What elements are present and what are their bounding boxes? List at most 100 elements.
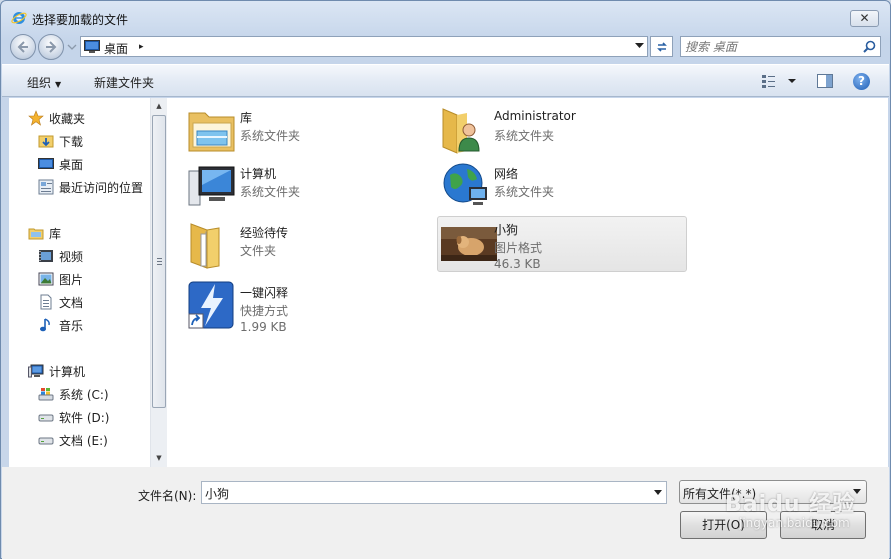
nav-libraries-label: 库 xyxy=(49,226,62,241)
preview-pane-icon[interactable] xyxy=(817,74,833,88)
document-icon xyxy=(40,294,52,310)
nav-item-desktop[interactable]: 桌面 xyxy=(38,154,83,174)
arrow-left-icon xyxy=(17,41,28,53)
search-input[interactable] xyxy=(685,39,855,54)
nav-favorites-label: 收藏夹 xyxy=(49,111,86,126)
chevron-down-icon[interactable] xyxy=(654,490,662,495)
chevron-down-icon: ▼ xyxy=(55,80,62,89)
search-box[interactable] xyxy=(680,36,881,57)
filename-input[interactable] xyxy=(205,485,645,501)
nav-item-music[interactable]: 音乐 xyxy=(38,315,83,335)
download-folder-icon xyxy=(38,135,54,148)
search-icon[interactable] xyxy=(863,40,876,53)
nav-item-recent-places[interactable]: 最近访问的位置 xyxy=(38,177,143,197)
file-item-library[interactable]: 库 系统文件夹 xyxy=(187,105,437,161)
filename-label: 文件名(N): xyxy=(138,489,197,503)
nav-item-label: 下载 xyxy=(59,134,84,149)
file-item-network[interactable]: 网络 系统文件夹 xyxy=(441,161,691,217)
nav-item-label: 文档 xyxy=(59,295,84,310)
nav-item-label: 桌面 xyxy=(59,157,84,172)
scroll-down-icon[interactable]: ▼ xyxy=(151,450,167,466)
breadcrumb-separator-icon[interactable]: ▸ xyxy=(139,42,144,52)
nav-computer[interactable]: 计算机 xyxy=(28,361,85,381)
shortcut-icon xyxy=(188,281,234,329)
help-icon[interactable]: ? xyxy=(853,73,870,90)
file-item-administrator[interactable]: Administrator 系统文件夹 xyxy=(441,105,691,161)
image-thumbnail-icon xyxy=(441,227,497,261)
change-view-button[interactable] xyxy=(761,73,797,89)
forward-button[interactable] xyxy=(38,34,64,60)
nav-item-label: 系统 (C:) xyxy=(59,387,109,402)
file-name: 网络 xyxy=(494,167,519,181)
file-type: 系统文件夹 xyxy=(240,185,301,199)
address-location[interactable]: 桌面 xyxy=(104,40,128,57)
nav-item-label: 视频 xyxy=(59,249,84,264)
file-name: Administrator xyxy=(494,109,576,123)
nav-item-label: 最近访问的位置 xyxy=(59,180,144,195)
network-icon xyxy=(443,163,487,205)
nav-libraries[interactable]: 库 xyxy=(28,223,61,243)
nav-item-downloads[interactable]: 下载 xyxy=(38,131,83,151)
filename-combobox[interactable] xyxy=(201,481,667,504)
desktop-icon xyxy=(38,158,54,169)
file-type: 系统文件夹 xyxy=(240,129,301,143)
file-type: 系统文件夹 xyxy=(494,185,555,199)
refresh-button[interactable] xyxy=(650,36,673,57)
desktop-icon xyxy=(84,40,100,53)
organize-menu[interactable]: 组织 ▼ xyxy=(27,74,61,91)
back-button[interactable] xyxy=(10,34,36,60)
filetype-select[interactable]: 所有文件(*.*) xyxy=(679,480,867,504)
navigation-pane: 收藏夹 下载 桌面 最近访问的位置 库 视频 图片 文档 音乐 计算机 系统 (… xyxy=(9,98,166,467)
new-folder-button[interactable]: 新建文件夹 xyxy=(94,74,154,91)
file-item-folder[interactable]: 经验待传 文件夹 xyxy=(187,220,437,276)
nav-item-drive-c[interactable]: 系统 (C:) xyxy=(38,384,109,404)
file-list: 库 系统文件夹 Administrator 系统文件夹 计算机 系统文件夹 网络… xyxy=(167,98,888,467)
nav-computer-label: 计算机 xyxy=(49,364,86,379)
file-size: 46.3 KB xyxy=(494,257,541,271)
nav-favorites[interactable]: 收藏夹 xyxy=(28,108,85,128)
music-icon xyxy=(40,318,50,332)
close-button[interactable]: ✕ xyxy=(850,10,879,27)
nav-item-drive-e[interactable]: 文档 (E:) xyxy=(38,430,108,450)
file-type: 图片格式 xyxy=(494,241,543,255)
file-name: 一键闪释 xyxy=(240,286,289,300)
picture-icon xyxy=(38,272,54,286)
nav-item-videos[interactable]: 视频 xyxy=(38,246,83,266)
nav-item-label: 音乐 xyxy=(59,318,84,333)
close-icon: ✕ xyxy=(859,11,870,25)
scroll-thumb[interactable] xyxy=(152,115,166,408)
nav-item-documents[interactable]: 文档 xyxy=(38,292,83,312)
file-name: 计算机 xyxy=(240,167,277,181)
nav-item-label: 软件 (D:) xyxy=(59,410,110,425)
computer-icon xyxy=(188,166,235,206)
computer-icon xyxy=(28,364,44,378)
view-list-icon xyxy=(762,75,796,88)
open-button[interactable]: 打开(O) xyxy=(680,511,767,539)
file-item-image-selected[interactable]: 小狗 图片格式 46.3 KB xyxy=(437,216,687,272)
arrow-right-icon xyxy=(46,41,57,53)
file-item-computer[interactable]: 计算机 系统文件夹 xyxy=(187,161,437,217)
nav-item-pictures[interactable]: 图片 xyxy=(38,269,83,289)
navigation-scrollbar[interactable]: ▲ ▼ xyxy=(150,98,167,467)
library-icon xyxy=(28,228,44,240)
file-size: 1.99 KB xyxy=(240,320,287,334)
refresh-icon xyxy=(656,42,667,52)
star-icon xyxy=(28,110,44,126)
internet-explorer-icon xyxy=(11,12,27,24)
file-name: 小狗 xyxy=(494,223,519,237)
file-item-shortcut[interactable]: 一键闪释 快捷方式 1.99 KB xyxy=(187,280,437,336)
recent-places-icon xyxy=(38,179,54,195)
file-open-dialog: 选择要加载的文件 ✕ 桌面 ▸ 搜索 桌面 组织 ▼ 新建文件夹 ? 收藏夹 下… xyxy=(0,0,891,559)
scroll-up-icon[interactable]: ▲ xyxy=(151,98,167,114)
organize-label: 组织 xyxy=(27,76,52,90)
cancel-button[interactable]: 取消 xyxy=(780,511,866,539)
grip-icon xyxy=(157,258,162,265)
address-bar[interactable]: 桌面 ▸ xyxy=(80,36,648,57)
recent-pages-dropdown-icon[interactable] xyxy=(67,43,77,51)
nav-item-drive-d[interactable]: 软件 (D:) xyxy=(38,407,109,427)
folder-icon xyxy=(190,223,220,269)
user-folder-icon xyxy=(442,108,480,154)
address-history-dropdown-icon[interactable] xyxy=(635,43,644,49)
filetype-value: 所有文件(*.*) xyxy=(683,487,757,501)
system-drive-icon xyxy=(38,388,54,401)
